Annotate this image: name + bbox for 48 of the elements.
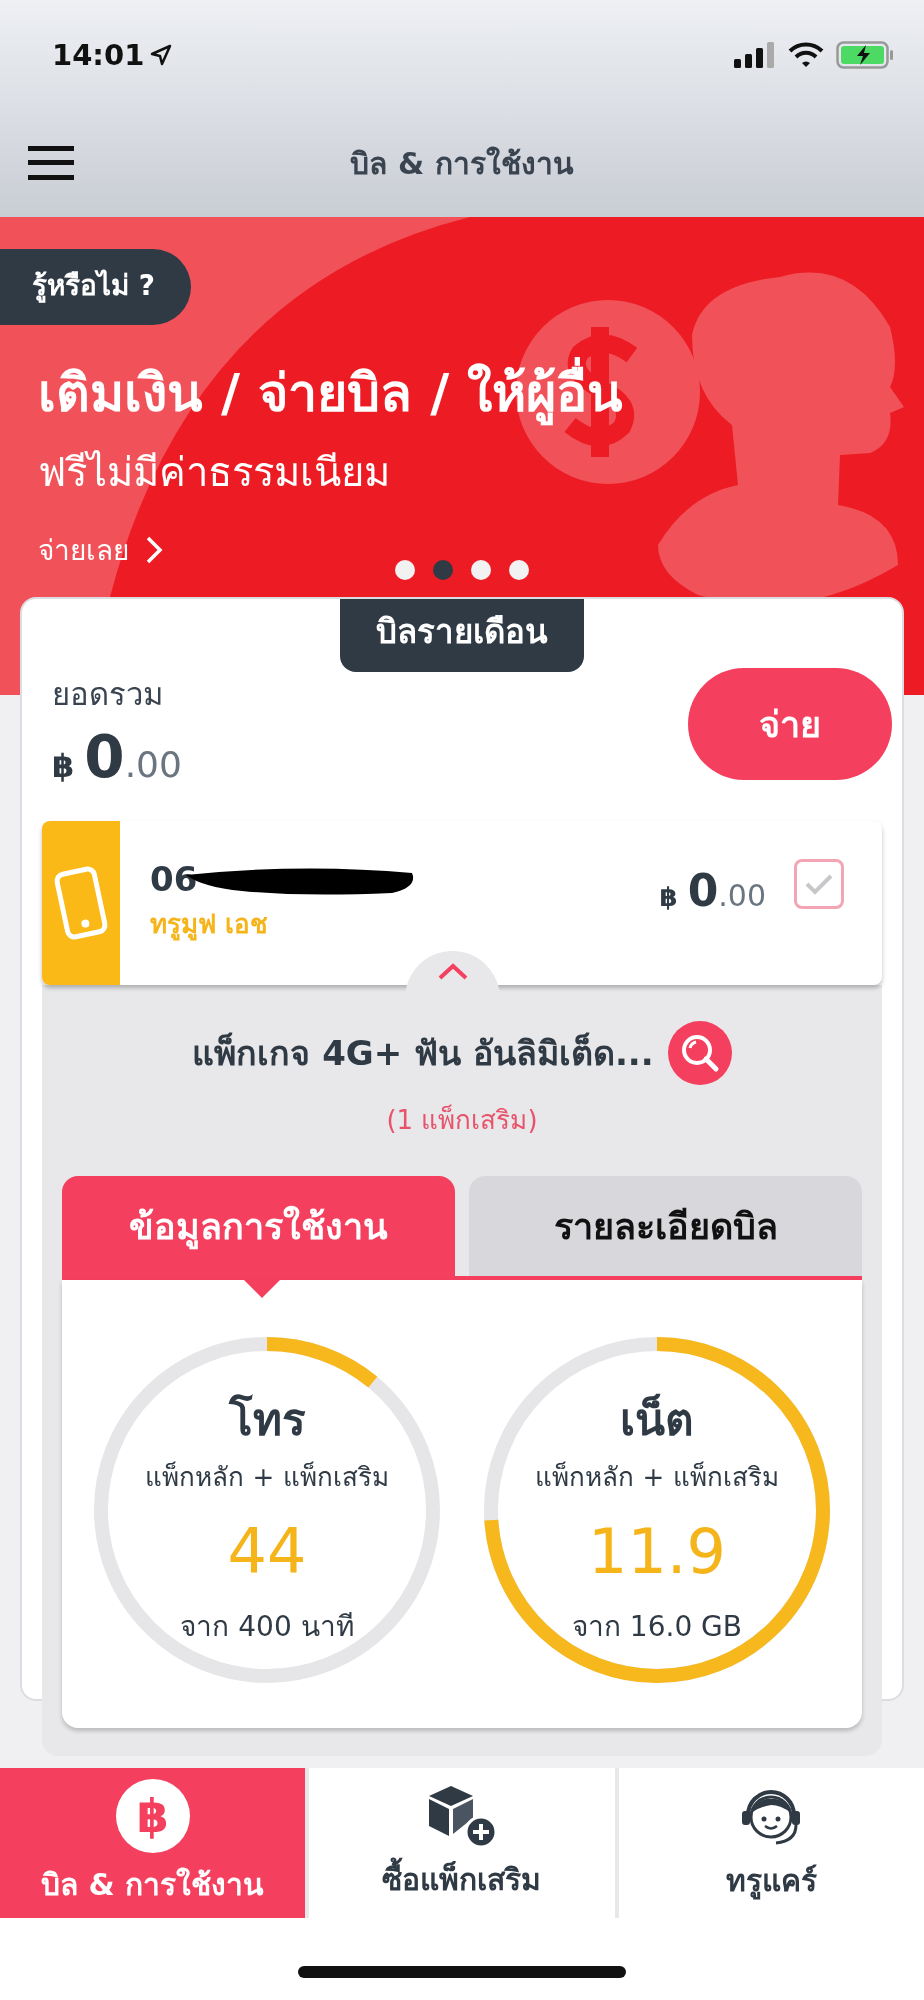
phone-icon — [52, 864, 110, 942]
carousel-dot[interactable] — [509, 560, 529, 580]
meter-title: โทร — [228, 1393, 306, 1447]
nav-tab[interactable]: ทรูแคร์ — [618, 1768, 924, 1918]
pay-button[interactable]: จ่าย — [688, 668, 892, 780]
currency-symbol: ฿ — [659, 882, 678, 912]
plan-name: ทรูมูฟ เอช — [150, 908, 270, 943]
phone-number: 06 — [150, 859, 198, 899]
carousel-dot[interactable] — [395, 560, 415, 580]
tab[interactable]: ข้อมูลการใช้งาน — [62, 1176, 455, 1276]
total-label: ยอดรวม — [52, 675, 164, 714]
wifi-icon — [788, 42, 824, 68]
baht-coin-icon: ฿ — [115, 1778, 190, 1853]
line-card[interactable]: 06 ทรูมูฟ เอช ฿ 0.00 — [42, 821, 882, 985]
battery-charging-icon — [836, 41, 894, 69]
meter-value: 44 — [227, 1515, 307, 1588]
carousel-dot[interactable] — [471, 560, 491, 580]
status-time: 14:01 — [52, 38, 145, 72]
meter-subtitle: แพ็กหลัก + แพ็กเสริม — [535, 1460, 779, 1494]
meter-subtitle: แพ็กหลัก + แพ็กเสริม — [145, 1460, 389, 1494]
nav-tab[interactable]: ฿ บิล & การใช้งาน — [0, 1768, 306, 1918]
meter-total: จาก 16.0 GB — [571, 1609, 743, 1645]
promo-headline: เติมเงิน / จ่ายบิล / ให้ผู้อื่น — [38, 351, 924, 434]
meter-total: จาก 400 นาที — [180, 1609, 354, 1645]
signal-icon — [734, 42, 776, 68]
amount-decimal: .00 — [718, 878, 766, 913]
amount-whole: 0 — [687, 865, 719, 916]
addon-count: (1 แพ็กเสริม) — [385, 1103, 539, 1137]
did-you-know-badge: รู้หรือไม่ ? — [0, 249, 191, 325]
amount-decimal: .00 — [124, 744, 182, 785]
tab[interactable]: รายละเอียดบิล — [469, 1176, 862, 1276]
package-name: แพ็กเกจ 4G+ ฟัน อันลิมิเต็ด... — [192, 1031, 654, 1075]
location-arrow-icon — [150, 44, 173, 66]
amount-whole: 0 — [84, 723, 125, 791]
search-icon[interactable] — [667, 1021, 732, 1085]
chevron-right-icon — [145, 535, 163, 565]
line-checkbox[interactable] — [794, 859, 844, 909]
nav-tab[interactable]: ซื้อแพ็กเสริม — [309, 1768, 615, 1918]
meter-value: 11.9 — [587, 1515, 726, 1588]
meter-title: เน็ต — [620, 1392, 694, 1447]
currency-symbol: ฿ — [52, 747, 75, 785]
chevron-up-icon — [436, 963, 469, 981]
promo-subline: ฟรีไม่มีค่าธรรมเนียม — [38, 448, 391, 497]
checkmark-icon — [804, 872, 834, 896]
monthly-bill-label: บิลรายเดือน — [340, 599, 584, 672]
carousel-dot[interactable] — [433, 560, 453, 580]
page-title: บิล & การใช้งาน — [350, 145, 574, 183]
menu-icon[interactable] — [28, 146, 74, 180]
